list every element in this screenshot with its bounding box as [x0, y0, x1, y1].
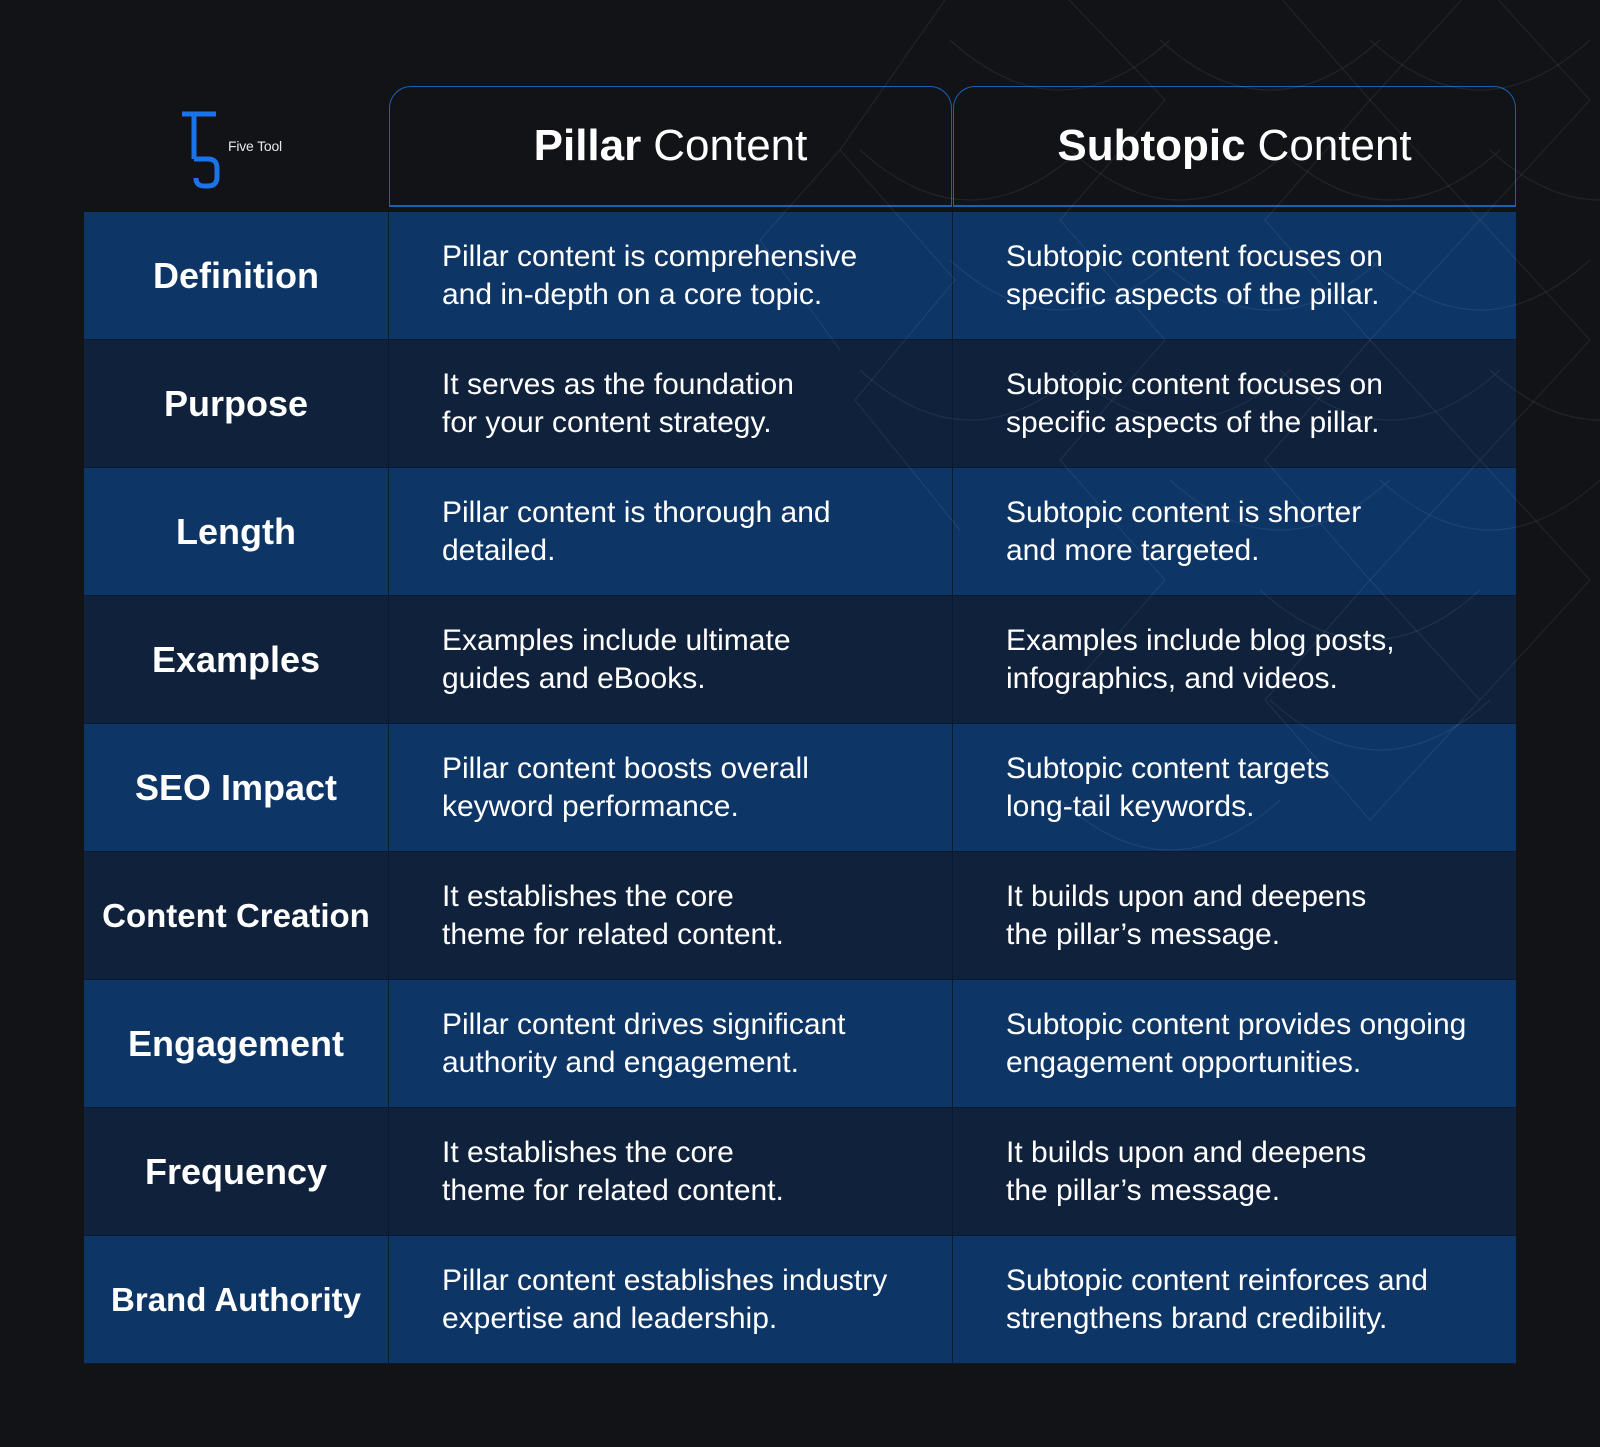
- row-label: Content Creation: [84, 852, 389, 979]
- pillar-cell: Pillar content drives significant author…: [389, 980, 953, 1107]
- subtopic-cell: It builds upon and deepens the pillar’s …: [1006, 879, 1367, 951]
- column-header-subtopic-bold: Subtopic: [1057, 121, 1246, 170]
- subtopic-cell: Subtopic content reinforces and strength…: [1006, 1263, 1428, 1335]
- row-label: Definition: [84, 212, 389, 339]
- row-label: Purpose: [84, 340, 389, 467]
- subtopic-cell: Subtopic content provides ongoing engage…: [1006, 1007, 1467, 1079]
- table-row-brand-authority: Brand Authority Pillar content establish…: [84, 1236, 1516, 1364]
- pillar-cell: Pillar content boosts overall keyword pe…: [389, 724, 953, 851]
- subtopic-cell: Subtopic content targets long-tail keywo…: [1006, 751, 1330, 823]
- table-row-engagement: Engagement Pillar content drives signifi…: [84, 980, 1516, 1108]
- row-label: Length: [84, 468, 389, 595]
- table-row-frequency: Frequency It establishes the core theme …: [84, 1108, 1516, 1236]
- subtopic-cell: Subtopic content focuses on specific asp…: [1006, 367, 1383, 439]
- column-header-subtopic-rest: Content: [1257, 121, 1412, 170]
- pillar-cell: Examples include ultimate guides and eBo…: [389, 596, 953, 723]
- comparison-table: Definition Pillar content is comprehensi…: [84, 212, 1516, 1364]
- pillar-cell: It serves as the foundation for your con…: [389, 340, 953, 467]
- table-row-definition: Definition Pillar content is comprehensi…: [84, 212, 1516, 340]
- subtopic-cell: Examples include blog posts, infographic…: [1006, 623, 1395, 695]
- five-tool-logo-icon: [182, 111, 220, 189]
- table-row-purpose: Purpose It serves as the foundation for …: [84, 340, 1516, 468]
- row-label: Engagement: [84, 980, 389, 1107]
- subtopic-cell: Subtopic content is shorter and more tar…: [1006, 495, 1362, 567]
- pillar-cell: Pillar content establishes industry expe…: [389, 1236, 953, 1363]
- pillar-cell: Pillar content is comprehensive and in-d…: [389, 212, 953, 339]
- brand-name: Five Tool: [228, 138, 282, 154]
- brand-logo: Five Tool: [180, 110, 310, 190]
- row-label: Examples: [84, 596, 389, 723]
- column-header-pillar-bold: Pillar: [533, 121, 642, 170]
- column-header-subtopic: Subtopic Content: [953, 86, 1516, 207]
- pillar-cell: Pillar content is thorough and detailed.: [389, 468, 953, 595]
- row-label: Frequency: [84, 1108, 389, 1235]
- table-row-length: Length Pillar content is thorough and de…: [84, 468, 1516, 596]
- row-label: Brand Authority: [84, 1236, 389, 1363]
- subtopic-cell: It builds upon and deepens the pillar’s …: [1006, 1135, 1367, 1207]
- column-header-pillar: Pillar Content: [389, 86, 952, 207]
- pillar-cell: It establishes the core theme for relate…: [389, 1108, 953, 1235]
- table-row-seo-impact: SEO Impact Pillar content boosts overall…: [84, 724, 1516, 852]
- column-header-pillar-rest: Content: [653, 121, 808, 170]
- table-row-content-creation: Content Creation It establishes the core…: [84, 852, 1516, 980]
- row-label: SEO Impact: [84, 724, 389, 851]
- table-row-examples: Examples Examples include ultimate guide…: [84, 596, 1516, 724]
- subtopic-cell: Subtopic content focuses on specific asp…: [1006, 239, 1383, 311]
- pillar-cell: It establishes the core theme for relate…: [389, 852, 953, 979]
